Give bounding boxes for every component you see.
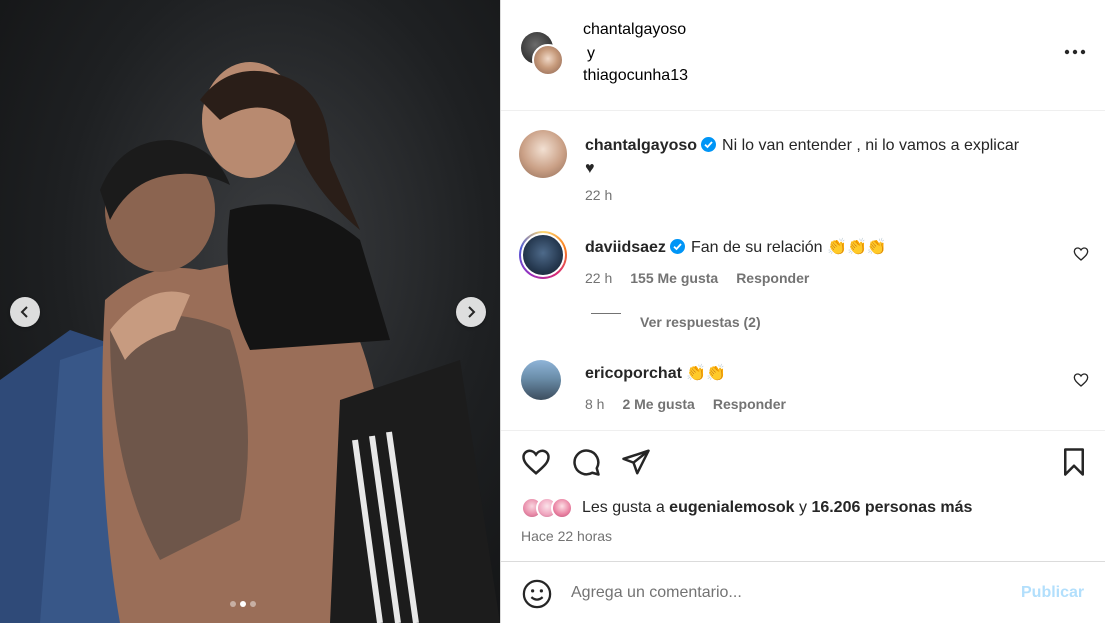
carousel-dot xyxy=(250,601,256,607)
view-replies-button[interactable]: Ver respuestas (2) xyxy=(640,314,761,330)
comment-timestamp[interactable]: 22 h xyxy=(585,270,612,286)
avatar[interactable] xyxy=(521,233,565,277)
caption: chantalgayoso Ni lo van entender , ni lo … xyxy=(585,134,1075,180)
post-header: chantalgayoso y thiagocunha13 xyxy=(501,0,1105,111)
coauthor-username[interactable]: thiagocunha13 xyxy=(583,67,688,85)
comment-meta: 22 h 155 Me gusta Responder xyxy=(585,270,809,286)
post-details-panel: chantalgayoso y thiagocunha13 chantalgay… xyxy=(500,0,1105,623)
carousel-prev-button[interactable] xyxy=(10,297,40,327)
caption-timestamp[interactable]: 22 h xyxy=(585,187,612,203)
carousel-dot-active xyxy=(240,601,246,607)
comment-likes[interactable]: 155 Me gusta xyxy=(630,270,718,286)
avatar[interactable] xyxy=(519,130,567,178)
comment-timestamp[interactable]: 8 h xyxy=(585,396,604,412)
chevron-left-icon xyxy=(20,306,28,318)
reply-button[interactable]: Responder xyxy=(713,396,786,412)
avatar-story-ring[interactable] xyxy=(519,231,567,279)
avatar[interactable] xyxy=(521,360,561,400)
post-timestamp[interactable]: Hace 22 horas xyxy=(521,528,612,544)
comment-like-heart-icon[interactable] xyxy=(1073,372,1089,388)
more-options-icon xyxy=(1064,49,1086,55)
comment-like-heart-icon[interactable] xyxy=(1073,246,1089,262)
share-paper-plane-icon[interactable] xyxy=(621,447,651,477)
replies-divider xyxy=(591,313,621,314)
caption-username[interactable]: chantalgayoso xyxy=(585,137,697,154)
carousel-dot xyxy=(230,601,236,607)
author-conjunction: y xyxy=(587,45,595,62)
comment: daviidsaez Fan de su relación 👏👏👏 xyxy=(585,236,887,259)
add-comment-bar: Publicar xyxy=(501,561,1105,623)
comments-list: chantalgayoso Ni lo van entender , ni lo … xyxy=(501,112,1105,430)
likes-and: y xyxy=(794,499,812,516)
collab-avatars[interactable] xyxy=(521,32,567,78)
emoji-icon[interactable] xyxy=(522,579,552,609)
save-bookmark-icon[interactable] xyxy=(1059,447,1089,477)
more-options-button[interactable] xyxy=(1063,44,1087,60)
comment: ericoporchat 👏👏 xyxy=(585,362,726,385)
comment-text: Fan de su relación 👏👏👏 xyxy=(690,239,887,256)
likes-summary: Les gusta a eugenialemosok y 16.206 pers… xyxy=(521,497,972,519)
caption-meta: 22 h xyxy=(585,187,612,203)
likes-prefix: Les gusta a xyxy=(582,499,670,516)
avatar[interactable] xyxy=(532,44,564,76)
likes-text: Les gusta a eugenialemosok y 16.206 pers… xyxy=(582,499,972,517)
liker-username[interactable]: eugenialemosok xyxy=(669,499,794,516)
reply-button[interactable]: Responder xyxy=(736,270,809,286)
like-heart-icon[interactable] xyxy=(521,447,551,477)
verified-badge-icon xyxy=(701,137,717,152)
publish-button[interactable]: Publicar xyxy=(1021,584,1084,602)
comment-meta: 8 h 2 Me gusta Responder xyxy=(585,396,786,412)
likes-count[interactable]: 16.206 personas más xyxy=(811,499,972,516)
author-username[interactable]: chantalgayoso xyxy=(583,21,686,39)
liker-avatar[interactable] xyxy=(551,497,573,519)
carousel-next-button[interactable] xyxy=(456,297,486,327)
comment-bubble-icon[interactable] xyxy=(571,447,601,477)
comment-likes[interactable]: 2 Me gusta xyxy=(622,396,694,412)
caption-text-line2: ♥ xyxy=(585,160,595,177)
verified-badge-icon xyxy=(669,239,685,254)
post-media[interactable] xyxy=(0,0,500,623)
comment-text: 👏👏 xyxy=(686,365,727,382)
comment-input[interactable] xyxy=(571,578,1001,608)
comment-username[interactable]: ericoporchat xyxy=(585,365,682,382)
chevron-right-icon xyxy=(468,306,476,318)
comment-username[interactable]: daviidsaez xyxy=(585,239,666,256)
carousel-indicator xyxy=(230,601,256,607)
caption-text: Ni lo van entender , ni lo vamos a expli… xyxy=(722,137,1020,154)
post-photo xyxy=(0,62,500,623)
